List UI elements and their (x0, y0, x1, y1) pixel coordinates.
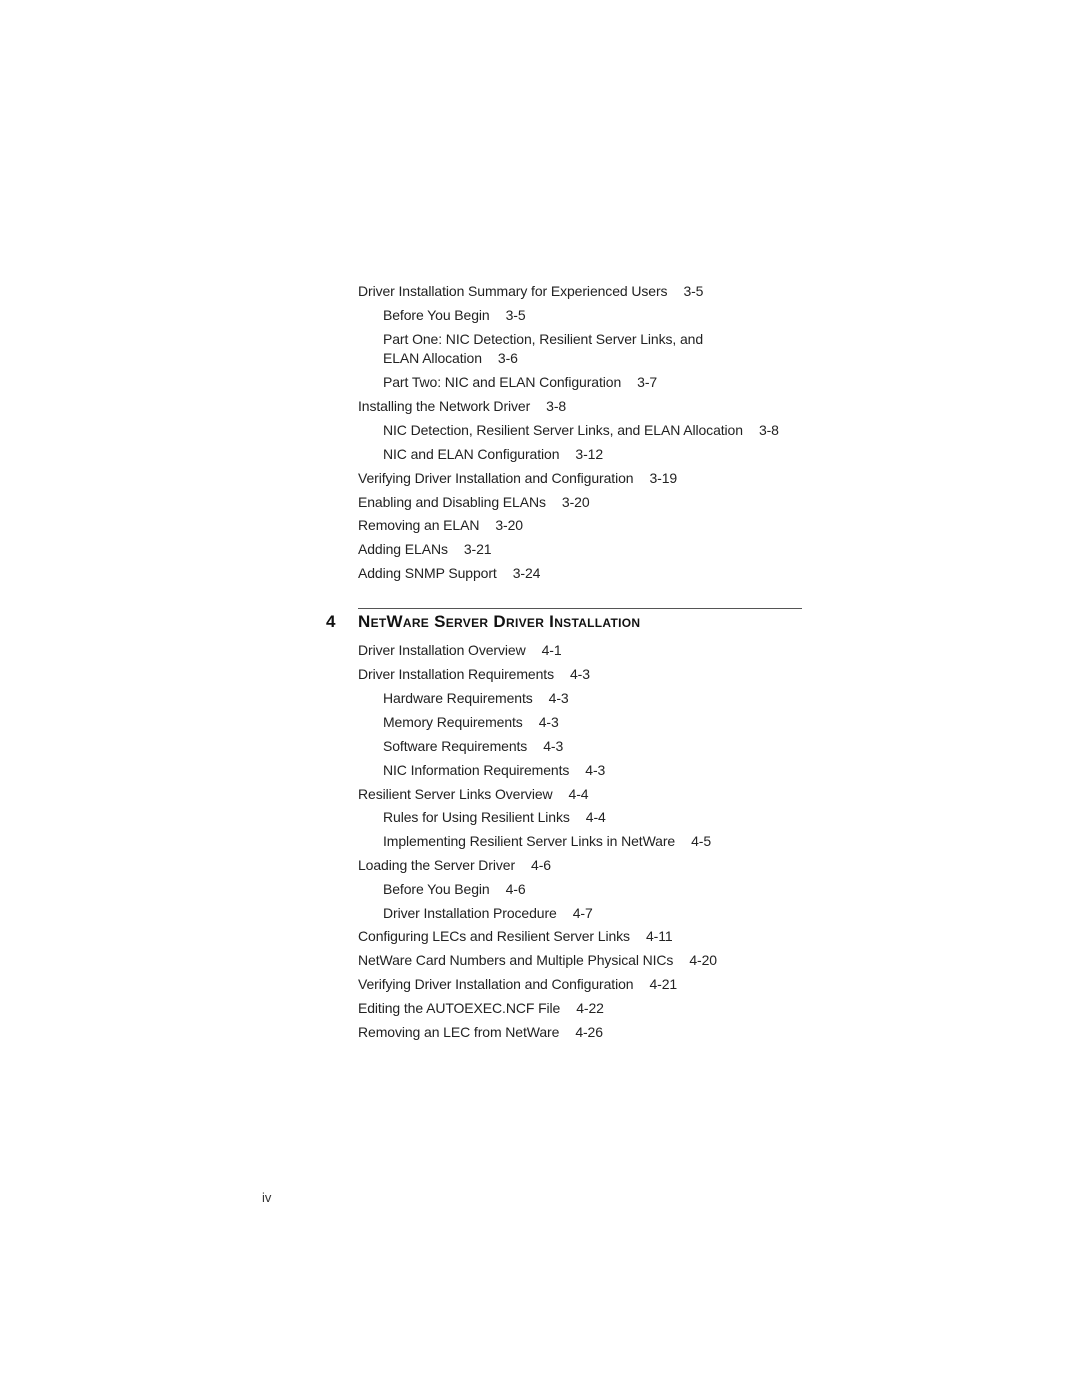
toc-entry-page: 4-3 (585, 762, 606, 778)
toc-entry-title: Rules for Using Resilient Links (383, 809, 570, 825)
toc-entry-page: 4-26 (575, 1024, 603, 1040)
toc-entry[interactable]: Removing an ELAN 3-20 (358, 517, 523, 533)
toc-entry-title: Driver Installation Summary for Experien… (358, 283, 668, 299)
toc-entry-title: NIC Detection, Resilient Server Links, a… (383, 422, 743, 438)
toc-entry[interactable]: Adding ELANs 3-21 (358, 541, 492, 557)
toc-entry-page: 4-6 (531, 857, 551, 873)
toc-entry[interactable]: Hardware Requirements 4-3 (383, 690, 569, 706)
toc-entry-page: 3-8 (546, 398, 567, 414)
toc-entry-page: 4-3 (538, 714, 559, 730)
toc-entry-title: Memory Requirements (383, 714, 523, 730)
toc-entry-page: 4-3 (570, 666, 590, 682)
toc-entry-title: Part Two: NIC and ELAN Configuration (383, 374, 622, 390)
toc-entry[interactable]: Installing the Network Driver 3-8 (358, 398, 566, 414)
chapter-heading: 4 NetWare Server Driver Installation (326, 612, 640, 632)
toc-entry-title: Installing the Network Driver (358, 398, 531, 414)
toc-entry[interactable]: Adding SNMP Support 3-24 (358, 565, 540, 581)
toc-entry-title: Loading the Server Driver (358, 857, 516, 873)
toc-entry-title: Editing the AUTOEXEC.NCF File (358, 1000, 561, 1016)
toc-entry-page: 3-8 (758, 422, 779, 438)
toc-entry-title: NIC and ELAN Configuration (383, 446, 560, 462)
toc-entry[interactable]: Resilient Server Links Overview 4-4 (358, 786, 589, 802)
toc-entry-title: Verifying Driver Installation and Config… (358, 470, 634, 486)
toc-entry[interactable]: Part Two: NIC and ELAN Configuration 3-7 (383, 374, 657, 390)
toc-entry-page: 4-1 (541, 642, 562, 658)
toc-entry[interactable]: ELAN Allocation 3-6 (383, 350, 518, 366)
toc-entry-title: NIC Information Requirements (383, 762, 570, 778)
toc-entry[interactable]: Driver Installation Procedure 4-7 (383, 905, 593, 921)
toc-entry[interactable]: Loading the Server Driver 4-6 (358, 857, 551, 873)
toc-entry-title: Enabling and Disabling ELANs (358, 494, 546, 510)
toc-entry-page: 4-22 (576, 1000, 604, 1016)
toc-entry-title: Hardware Requirements (383, 690, 533, 706)
toc-entry[interactable]: Configuring LECs and Resilient Server Li… (358, 928, 673, 944)
toc-entry[interactable]: Editing the AUTOEXEC.NCF File 4-22 (358, 1000, 604, 1016)
toc-entry[interactable]: Driver Installation Requirements 4-3 (358, 666, 590, 682)
toc-entry-title: Removing an LEC from NetWare (358, 1024, 560, 1040)
chapter-title: NetWare Server Driver Installation (358, 612, 641, 631)
toc-entry[interactable]: NIC Information Requirements 4-3 (383, 762, 605, 778)
toc-entry-page: 4-6 (505, 881, 526, 897)
toc-entry[interactable]: Removing an LEC from NetWare 4-26 (358, 1024, 603, 1040)
toc-entry[interactable]: Enabling and Disabling ELANs 3-20 (358, 494, 590, 510)
toc-entry-title: Driver Installation Requirements (358, 666, 554, 682)
toc-entry-title: Implementing Resilient Server Links in N… (383, 833, 676, 849)
toc-entry[interactable]: Verifying Driver Installation and Config… (358, 976, 677, 992)
toc-entry-page: 4-7 (572, 905, 593, 921)
toc-entry-page: 4-21 (649, 976, 678, 992)
toc-entry-title: Software Requirements (383, 738, 528, 754)
toc-entry-page: 3-5 (505, 307, 526, 323)
toc-entry-title: Driver Installation Overview (358, 642, 526, 658)
toc-entry-page: 3-24 (512, 565, 541, 581)
toc-entry-page: 4-20 (689, 952, 717, 968)
toc-entry-title: NetWare Card Numbers and Multiple Physic… (358, 952, 674, 968)
toc-entry[interactable]: Before You Begin 4-6 (383, 881, 526, 897)
toc-entry[interactable]: Rules for Using Resilient Links 4-4 (383, 809, 606, 825)
toc-entry-page: 3-20 (561, 494, 590, 510)
toc-entry-title: Configuring LECs and Resilient Server Li… (358, 928, 630, 944)
toc-entry-page: 4-5 (691, 833, 712, 849)
toc-entry-page: 3-19 (649, 470, 678, 486)
toc-entry[interactable]: Memory Requirements 4-3 (383, 714, 559, 730)
toc-entry-page: 4-3 (548, 690, 569, 706)
toc-entry-page: 3-7 (637, 374, 658, 390)
toc-entry[interactable]: Driver Installation Overview 4-1 (358, 642, 562, 658)
toc-entry-title: Before You Begin (383, 881, 490, 897)
toc-entry[interactable]: Implementing Resilient Server Links in N… (383, 833, 711, 849)
toc-entry-title: Adding SNMP Support (358, 565, 497, 581)
toc-entry[interactable]: NIC Detection, Resilient Server Links, a… (383, 422, 779, 438)
toc-entry[interactable]: Part One: NIC Detection, Resilient Serve… (383, 331, 703, 347)
toc-entry-title: Verifying Driver Installation and Config… (358, 976, 634, 992)
toc-entry-page: 4-11 (645, 928, 673, 944)
toc-entry[interactable]: NetWare Card Numbers and Multiple Physic… (358, 952, 717, 968)
toc-entry-page: 3-20 (495, 517, 523, 533)
chapter-divider-rule (358, 608, 802, 609)
page-folio: iv (262, 1190, 272, 1205)
toc-entry-page: 4-4 (568, 786, 589, 802)
toc-entry[interactable]: Verifying Driver Installation and Config… (358, 470, 677, 486)
toc-entry-title: Driver Installation Procedure (383, 905, 557, 921)
toc-entry-page: 3-6 (497, 350, 518, 366)
toc-entry[interactable]: Software Requirements 4-3 (383, 738, 563, 754)
toc-entry[interactable]: NIC and ELAN Configuration 3-12 (383, 446, 603, 462)
toc-entry-title: Removing an ELAN (358, 517, 480, 533)
toc-entry-title: Adding ELANs (358, 541, 448, 557)
toc-entry-page: 3-21 (463, 541, 492, 557)
toc-entry-title: Part One: NIC Detection, Resilient Serve… (383, 331, 704, 347)
toc-entry[interactable]: Before You Begin 3-5 (383, 307, 526, 323)
toc-entry[interactable]: Driver Installation Summary for Experien… (358, 283, 703, 299)
toc-entry-title: Before You Begin (383, 307, 490, 323)
toc-entry-page: 3-12 (575, 446, 604, 462)
toc-entry-title: ELAN Allocation (383, 350, 482, 366)
toc-entry-page: 4-4 (585, 809, 606, 825)
chapter-number: 4 (326, 612, 336, 631)
toc-entry-page: 3-5 (683, 283, 704, 299)
toc-entry-page: 4-3 (543, 738, 564, 754)
toc-entry-title: Resilient Server Links Overview (358, 786, 553, 802)
